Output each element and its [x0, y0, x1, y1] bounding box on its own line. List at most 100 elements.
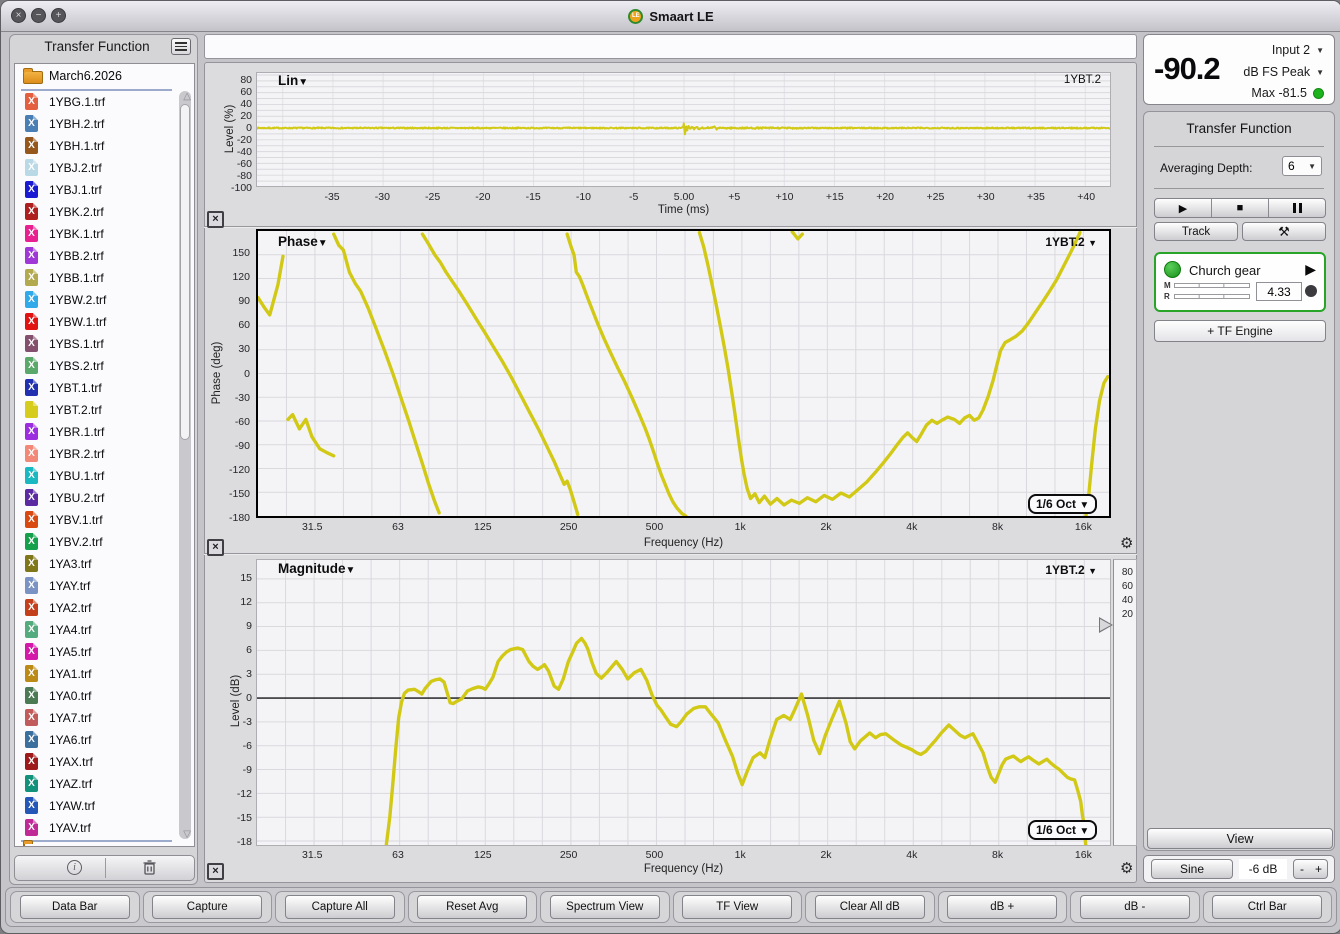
trash-button[interactable]	[143, 860, 156, 880]
file-item[interactable]: X 1YBH.2.trf	[25, 113, 180, 135]
file-item[interactable]: X 1YA4.trf	[25, 619, 180, 641]
file-item[interactable]: X 1YBU.1.trf	[25, 465, 180, 487]
file-item[interactable]: X 1YBS.2.trf	[25, 355, 180, 377]
file-item[interactable]: X 1YAX.trf	[25, 751, 180, 773]
file-item[interactable]: X 1YA2.trf	[25, 597, 180, 619]
file-item[interactable]: X 1YBH.1.trf	[25, 135, 180, 157]
impulse-x-axis-label: Time (ms)	[657, 204, 710, 216]
impulse-chart-menu[interactable]: Lin▼	[278, 73, 308, 88]
magnitude-octave-menu[interactable]: 1/6 Oct ▼	[1028, 820, 1098, 840]
caret-down-icon: ▼	[1316, 45, 1324, 55]
file-item[interactable]: X 1YAZ.trf	[25, 773, 180, 795]
file-item[interactable]: X 1YBS.1.trf	[25, 333, 180, 355]
scrollbar-thumb[interactable]	[180, 104, 190, 440]
file-item[interactable]: 1YBT.2.trf	[25, 399, 180, 421]
file-item[interactable]: X 1YBK.1.trf	[25, 223, 180, 245]
file-item[interactable]: X 1YA5.trf	[25, 641, 180, 663]
toolbar-button-db-[interactable]: dB +	[947, 895, 1058, 919]
scroll-up-icon[interactable]: △	[183, 91, 191, 102]
file-item[interactable]: X 1YBJ.2.trf	[25, 157, 180, 179]
phase-trace-menu[interactable]: 1YBT.2 ▼	[951, 235, 1097, 249]
phase-settings-gear-icon[interactable]: ⚙	[1120, 534, 1133, 552]
folder-icon	[23, 843, 25, 846]
file-item[interactable]: X 1YBG.1.trf	[25, 91, 180, 113]
file-item[interactable]: X 1YBW.1.trf	[25, 311, 180, 333]
magnitude-plot[interactable]	[256, 559, 1111, 846]
input-select[interactable]: Input 2 ▼	[1272, 43, 1324, 57]
sine-button[interactable]: Sine	[1151, 859, 1233, 879]
file-item[interactable]: X 1YAY.trf	[25, 575, 180, 597]
folder-row-partial[interactable]	[23, 843, 25, 846]
tf-engine-strip[interactable]: Church gear ▶ M R 4.33	[1154, 252, 1326, 312]
file-item[interactable]: X 1YBB.1.trf	[25, 267, 180, 289]
info-button[interactable]: i	[67, 860, 82, 875]
scroll-down-icon[interactable]: ▽	[183, 829, 191, 840]
file-item[interactable]: X 1YBU.2.trf	[25, 487, 180, 509]
level-minus-button[interactable]: -	[1293, 859, 1311, 879]
track-button[interactable]: Track	[1154, 222, 1238, 241]
stop-button[interactable]: ■	[1211, 199, 1268, 217]
file-name: 1YBH.2.trf	[49, 117, 105, 131]
pause-button[interactable]	[1268, 199, 1325, 217]
toolbar-button-db-[interactable]: dB -	[1079, 895, 1190, 919]
file-item[interactable]: X 1YBR.2.trf	[25, 443, 180, 465]
engine-active-dot-icon[interactable]	[1164, 261, 1181, 278]
axis-tick-label: -60	[236, 158, 252, 170]
axis-tick-label: 0	[246, 692, 252, 704]
toolbar-button-reset-avg[interactable]: Reset Avg	[417, 895, 528, 919]
toolbar-button-capture[interactable]: Capture	[152, 895, 263, 919]
menu-icon[interactable]	[171, 38, 191, 55]
engine-play-icon[interactable]: ▶	[1305, 261, 1316, 278]
view-button[interactable]: View	[1147, 828, 1333, 849]
file-item[interactable]: X 1YA0.trf	[25, 685, 180, 707]
level-plus-button[interactable]: +	[1310, 859, 1328, 879]
toolbar-button-clear-all-db[interactable]: Clear All dB	[814, 895, 925, 919]
file-item[interactable]: X 1YA7.trf	[25, 707, 180, 729]
tools-button[interactable]: ⚒	[1242, 222, 1326, 241]
axis-tick-label: 1k	[734, 521, 746, 533]
file-item[interactable]: X 1YAV.trf	[25, 817, 180, 839]
toolbar-button-ctrl-bar[interactable]: Ctrl Bar	[1212, 895, 1323, 919]
file-item[interactable]: X 1YBV.1.trf	[25, 509, 180, 531]
measure-slider[interactable]	[1174, 283, 1250, 288]
file-list[interactable]: March6.2026 X 1YBG.1.trf X 1YBH.2.trf X 1YBH.…	[14, 63, 195, 847]
magnitude-settings-gear-icon[interactable]: ⚙	[1120, 859, 1133, 877]
impulse-close-button[interactable]: ×	[207, 211, 224, 228]
axis-tick-label: -20	[236, 134, 252, 146]
phase-close-button[interactable]: ×	[207, 539, 224, 556]
file-item[interactable]: X 1YA6.trf	[25, 729, 180, 751]
file-item[interactable]: X 1YBW.2.trf	[25, 289, 180, 311]
phase-chart-menu[interactable]: Phase▼	[278, 234, 328, 249]
file-item[interactable]: X 1YBK.2.trf	[25, 201, 180, 223]
toolbar-button-data-bar[interactable]: Data Bar	[19, 895, 130, 919]
averaging-depth-select[interactable]: 6 ▼	[1282, 156, 1322, 176]
add-tf-engine-button[interactable]: + TF Engine	[1154, 320, 1326, 342]
file-item[interactable]: X 1YAW.trf	[25, 795, 180, 817]
axis-tick-label: -30	[374, 191, 390, 203]
axis-tick-label: 15	[240, 572, 252, 584]
magnitude-trace-menu[interactable]: 1YBT.2 ▼	[951, 563, 1097, 577]
file-item[interactable]: X 1YBV.2.trf	[25, 531, 180, 553]
magnitude-close-button[interactable]: ×	[207, 863, 224, 880]
phase-plot[interactable]	[256, 229, 1111, 518]
toolbar-button-tf-view[interactable]: TF View	[682, 895, 793, 919]
file-item[interactable]: X 1YBJ.1.trf	[25, 179, 180, 201]
folder-row[interactable]: March6.2026	[15, 65, 194, 88]
reference-slider[interactable]	[1174, 294, 1250, 299]
axis-tick-label: -30	[234, 391, 250, 404]
phase-octave-menu[interactable]: 1/6 Oct ▼	[1028, 494, 1098, 514]
file-item[interactable]: X 1YBT.1.trf	[25, 377, 180, 399]
file-item[interactable]: X 1YA1.trf	[25, 663, 180, 685]
toolbar-button-spectrum-view[interactable]: Spectrum View	[549, 895, 660, 919]
impulse-plot[interactable]	[256, 72, 1111, 187]
meter-unit-select[interactable]: dB FS Peak ▼	[1243, 65, 1324, 79]
axis-tick-label: 80	[240, 74, 252, 86]
file-item[interactable]: X 1YBR.1.trf	[25, 421, 180, 443]
magnitude-chart-menu[interactable]: Magnitude▼	[278, 561, 355, 576]
play-button[interactable]: ▶	[1155, 199, 1211, 217]
file-item[interactable]: X 1YBB.2.trf	[25, 245, 180, 267]
file-item[interactable]: X 1YA3.trf	[25, 553, 180, 575]
engine-status-icon[interactable]	[1305, 285, 1317, 297]
delay-value-field[interactable]: 4.33	[1256, 282, 1302, 301]
toolbar-button-capture-all[interactable]: Capture All	[284, 895, 395, 919]
